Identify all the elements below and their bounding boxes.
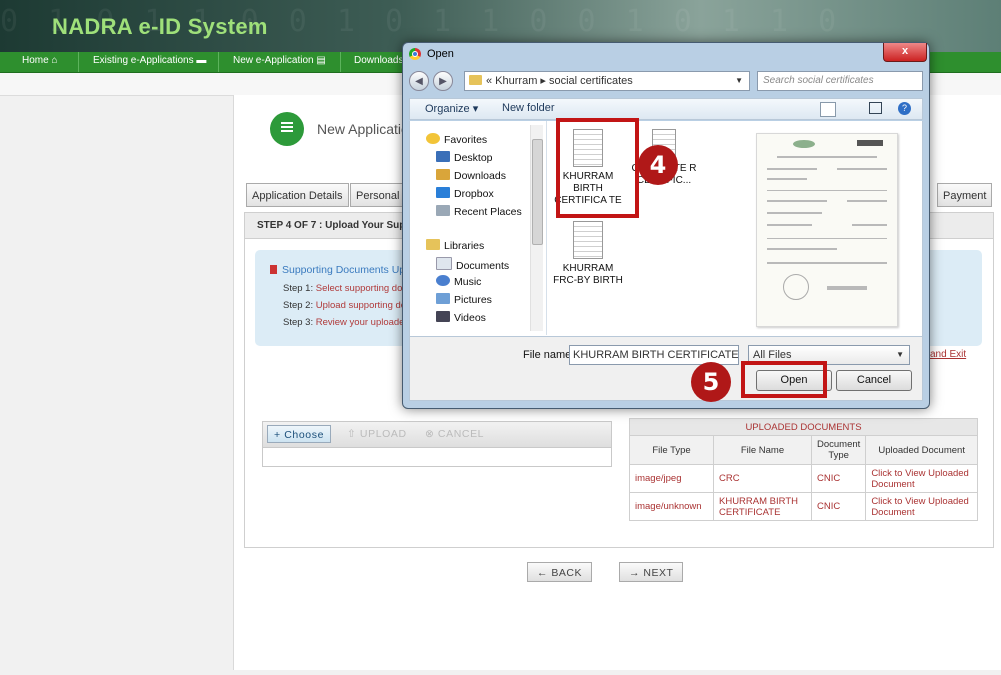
nav-favorites[interactable]: Favorites	[426, 133, 487, 146]
scrollbar-thumb[interactable]	[532, 139, 543, 245]
dropbox-icon	[436, 187, 450, 198]
documents-icon	[436, 257, 452, 270]
certificate-preview-image	[756, 133, 898, 327]
info-step-1: Step 1: Select supporting do	[283, 283, 403, 294]
table-row: image/unknown KHURRAM BIRTH CERTIFICATE …	[629, 492, 978, 521]
folder-icon	[469, 75, 482, 85]
libraries-icon	[426, 239, 440, 250]
home-icon: ⌂	[51, 55, 58, 66]
star-icon	[426, 133, 440, 144]
view-document-link[interactable]: Click to View Uploaded Document	[865, 464, 978, 493]
file-name-cell: KHURRAM BIRTH CERTIFICATE	[713, 492, 812, 521]
step-5-badge: 5	[691, 362, 731, 402]
nav-recent-places[interactable]: Recent Places	[436, 205, 522, 218]
info-title: Supporting Documents Up	[270, 264, 405, 276]
document-icon	[573, 221, 603, 259]
site-title: NADRA e-ID System	[52, 14, 268, 39]
column-header: Uploaded Document	[865, 435, 978, 465]
cancel-upload-button[interactable]: ⊗ CANCEL	[419, 425, 490, 443]
nav-dropbox[interactable]: Dropbox	[436, 187, 494, 200]
music-icon	[436, 275, 450, 286]
nav-desktop[interactable]: Desktop	[436, 151, 493, 164]
menu-icon	[270, 112, 304, 146]
nav-scrollbar[interactable]	[530, 125, 543, 331]
tab-application-details[interactable]: Application Details	[246, 183, 349, 207]
file-name-label: File name:	[523, 349, 575, 361]
videos-icon	[436, 311, 450, 322]
preview-pane-icon[interactable]	[869, 102, 882, 114]
highlight-file-box	[556, 118, 639, 218]
uploader-toolbar: + Choose ⇧ UPLOAD ⊗ CANCEL	[263, 422, 611, 448]
pictures-icon	[436, 293, 450, 304]
chevron-down-icon[interactable]: ▼	[735, 72, 743, 90]
info-step-2: Step 2: Upload supporting do	[283, 300, 407, 311]
briefcase-icon: ▬	[196, 55, 207, 66]
uploaded-documents-table: UPLOADED DOCUMENTS File Type File Name D…	[629, 418, 978, 521]
nav-documents[interactable]: Documents	[436, 257, 509, 272]
file-item[interactable]: KHURRAM FRC-BY BIRTH	[552, 221, 624, 287]
address-row: ◀ ▶ « Khurram ▸ social certificates ▼ Sea…	[409, 70, 923, 94]
nav-music[interactable]: Music	[436, 275, 481, 288]
info-step-3: Step 3: Review your uploade	[283, 317, 405, 328]
nav-new-application[interactable]: New e-Application ▤	[233, 55, 326, 66]
back-arrow-icon[interactable]: ◀	[409, 71, 429, 91]
save-exit-link[interactable]: and Exit	[930, 349, 966, 360]
page-title: New Applicatio	[317, 121, 409, 137]
tab-personal-details[interactable]: Personal D	[350, 183, 406, 207]
help-icon[interactable]: ?	[898, 102, 911, 115]
view-document-link[interactable]: Click to View Uploaded Document	[865, 492, 978, 521]
nav-libraries[interactable]: Libraries	[426, 239, 484, 252]
dialog-toolbar: Organize ▾ New folder ?	[409, 98, 923, 120]
navigation-pane: Favorites Desktop Downloads Dropbox Rece…	[410, 121, 547, 335]
view-options-icon[interactable]	[820, 102, 836, 117]
nav-videos[interactable]: Videos	[436, 311, 486, 324]
nav-downloads[interactable]: Downloads	[354, 55, 403, 66]
chevron-down-icon: ▼	[896, 350, 904, 359]
address-bar[interactable]: « Khurram ▸ social certificates ▼	[464, 71, 750, 91]
column-header: Document Type	[810, 435, 867, 465]
document-type-cell: CNIC	[810, 464, 867, 493]
column-header: File Name	[713, 435, 812, 465]
chrome-icon	[409, 48, 421, 60]
file-type-cell: image/unknown	[629, 492, 714, 521]
bookmark-icon	[270, 265, 277, 274]
nav-pictures[interactable]: Pictures	[436, 293, 492, 306]
next-button[interactable]: → NEXT	[619, 562, 684, 582]
file-uploader: + Choose ⇧ UPLOAD ⊗ CANCEL	[262, 421, 612, 467]
back-button[interactable]: ← BACK	[527, 562, 593, 582]
nav-downloads[interactable]: Downloads	[436, 169, 506, 182]
forward-arrow-icon[interactable]: ▶	[433, 71, 453, 91]
table-row: image/jpeg CRC CNIC Click to View Upload…	[629, 464, 978, 493]
document-type-cell: CNIC	[810, 492, 867, 521]
file-name-cell: CRC	[713, 464, 812, 493]
search-input[interactable]: Search social certificates	[757, 71, 923, 91]
document-icon: ▤	[316, 55, 326, 66]
nav-home[interactable]: Home ⌂	[22, 55, 58, 66]
upload-button[interactable]: ⇧ UPLOAD	[341, 425, 413, 443]
cancel-button[interactable]: Cancel	[836, 370, 912, 391]
dialog-titlebar: Open x	[403, 43, 929, 67]
tab-payment[interactable]: Payment	[937, 183, 993, 207]
step-4-badge: 4	[638, 145, 678, 185]
open-file-dialog: Open x ◀ ▶ « Khurram ▸ social certificat…	[402, 42, 930, 409]
highlight-open-box	[741, 361, 827, 398]
choose-button[interactable]: + Choose	[267, 425, 332, 443]
new-folder-button[interactable]: New folder	[502, 102, 555, 114]
desktop-icon	[436, 151, 450, 162]
dialog-footer: File name: KHURRAM BIRTH CERTIFICATE All…	[409, 337, 923, 401]
preview-pane	[720, 121, 922, 335]
file-type-cell: image/jpeg	[629, 464, 714, 493]
recent-places-icon	[436, 205, 450, 216]
downloads-icon	[436, 169, 450, 180]
column-header: File Type	[629, 435, 714, 465]
dialog-title: Open	[427, 48, 454, 60]
table-caption: UPLOADED DOCUMENTS	[629, 418, 978, 436]
close-button[interactable]: x	[883, 43, 927, 62]
nav-existing-applications[interactable]: Existing e-Applications ▬	[93, 55, 206, 66]
organize-menu[interactable]: Organize ▾	[425, 102, 478, 115]
